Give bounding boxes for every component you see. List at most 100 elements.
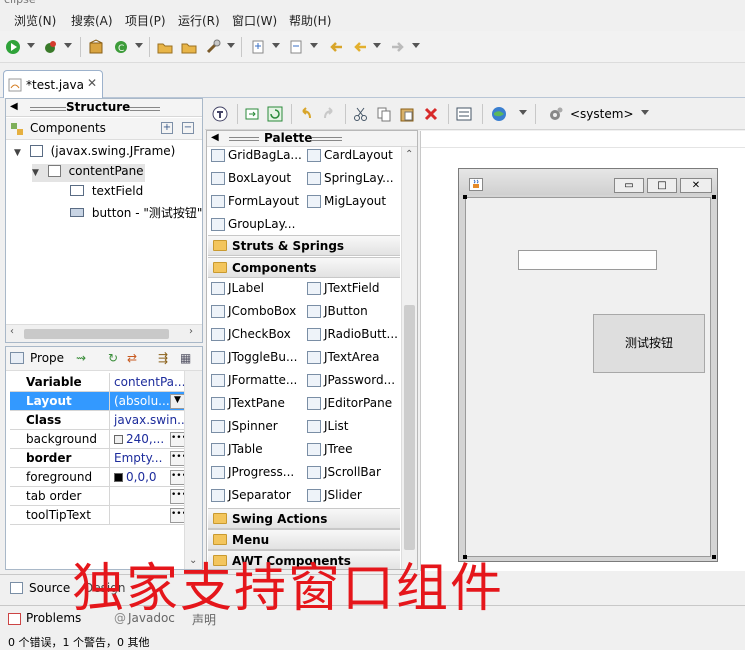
tools-icon[interactable] bbox=[205, 39, 221, 55]
back-icon[interactable] bbox=[352, 39, 368, 55]
tree-item-content-pane[interactable]: ▼ contentPane bbox=[32, 164, 145, 182]
selection-handle[interactable] bbox=[463, 195, 467, 199]
redo-icon[interactable] bbox=[321, 106, 337, 122]
palette-panel: ◀ Palette GridBagLa... CardLayout BoxLayou… bbox=[206, 130, 418, 570]
selection-handle[interactable] bbox=[712, 195, 716, 199]
expand-all-icon[interactable]: + bbox=[161, 122, 173, 134]
minimize-icon[interactable]: ▭ bbox=[614, 178, 644, 193]
selection-handle[interactable] bbox=[712, 555, 716, 559]
palette-category-struts[interactable]: Struts & Springs bbox=[208, 235, 400, 256]
tab-order-icon[interactable] bbox=[456, 106, 472, 122]
collapse-left-icon[interactable]: ◀ bbox=[10, 101, 18, 112]
tree-item-text-field[interactable]: textField bbox=[70, 184, 143, 202]
scroll-up-icon[interactable]: ⌃ bbox=[405, 149, 413, 160]
property-row[interactable]: Variable contentPa... bbox=[10, 373, 186, 392]
scroll-thumb[interactable] bbox=[24, 329, 169, 339]
annotation-prev-icon[interactable] bbox=[288, 39, 304, 55]
property-value[interactable]: contentPa... bbox=[111, 373, 186, 392]
tab-test-java[interactable]: *test.java ✕ bbox=[3, 70, 103, 98]
source-icon bbox=[10, 582, 23, 594]
property-row[interactable]: tab order ••• bbox=[10, 487, 187, 506]
forward-dropdown-icon[interactable] bbox=[412, 43, 420, 48]
tab-source[interactable]: Source bbox=[29, 581, 70, 595]
chevron-down-icon[interactable]: ▼ bbox=[14, 148, 21, 158]
run-dropdown-icon[interactable] bbox=[27, 43, 35, 48]
convert-local-icon[interactable]: ⇄ bbox=[127, 351, 137, 365]
scroll-thumb[interactable] bbox=[404, 305, 415, 550]
copy-icon[interactable] bbox=[376, 106, 392, 122]
tree-item-button[interactable]: button - "测试按钮" bbox=[70, 204, 202, 222]
system-label[interactable]: <system> bbox=[570, 107, 634, 121]
scroll-right-icon[interactable]: › bbox=[189, 326, 193, 337]
property-row[interactable]: foreground 0,0,0 ••• bbox=[10, 468, 187, 487]
collapse-all-icon[interactable]: − bbox=[182, 122, 194, 134]
forward-icon[interactable] bbox=[390, 39, 406, 55]
annotation-next-dropdown-icon[interactable] bbox=[272, 43, 280, 48]
open-folder-icon[interactable] bbox=[181, 39, 197, 55]
annotation-next-icon[interactable] bbox=[250, 39, 266, 55]
property-value[interactable]: javax.swin... bbox=[111, 411, 186, 430]
jframe-preview[interactable]: ▭ □ ✕ 测试按钮 bbox=[458, 168, 718, 562]
goto-definition-icon[interactable]: ↻ bbox=[108, 351, 118, 365]
show-events-icon[interactable]: ⇝ bbox=[76, 351, 86, 365]
palette-item-label: GroupLay... bbox=[228, 217, 296, 231]
ellipsis-button[interactable]: ••• bbox=[170, 432, 187, 447]
menu-navigate[interactable]: 浏览(N) bbox=[14, 12, 56, 29]
menu-window[interactable]: 窗口(W) bbox=[232, 12, 277, 29]
cut-icon[interactable] bbox=[353, 106, 369, 122]
debug-dropdown-icon[interactable] bbox=[64, 43, 72, 48]
palette-item-label: JPassword... bbox=[324, 373, 396, 387]
look-and-feel-dropdown-icon[interactable] bbox=[519, 110, 527, 115]
system-settings-icon[interactable] bbox=[548, 106, 564, 122]
annotation-prev-dropdown-icon[interactable] bbox=[310, 43, 318, 48]
menu-run[interactable]: 运行(R) bbox=[178, 12, 220, 29]
property-row[interactable]: Class javax.swin... bbox=[10, 411, 186, 430]
restore-default-icon[interactable]: ▦ bbox=[180, 351, 191, 365]
collapse-left-icon[interactable]: ◀ bbox=[211, 132, 219, 143]
palette-category-swing_actions[interactable]: Swing Actions bbox=[208, 508, 400, 529]
export-icon[interactable] bbox=[244, 106, 260, 122]
ellipsis-button[interactable]: ••• bbox=[170, 451, 187, 466]
structure-hscrollbar[interactable]: ‹ › bbox=[6, 324, 202, 342]
chevron-down-icon[interactable]: ▼ bbox=[32, 168, 39, 178]
property-row[interactable]: toolTipText ••• bbox=[10, 506, 187, 525]
new-class-icon[interactable]: C bbox=[113, 39, 129, 55]
look-and-feel-icon[interactable] bbox=[491, 106, 507, 122]
new-package-icon[interactable] bbox=[88, 39, 104, 55]
maximize-icon[interactable]: □ bbox=[647, 178, 677, 193]
undo-icon[interactable] bbox=[298, 106, 314, 122]
menu-help[interactable]: 帮助(H) bbox=[289, 12, 331, 29]
palette-vscrollbar[interactable]: ⌃ bbox=[401, 147, 417, 569]
scroll-left-icon[interactable]: ‹ bbox=[10, 326, 14, 337]
menu-project[interactable]: 项目(P) bbox=[125, 12, 166, 29]
back-dropdown-icon[interactable] bbox=[373, 43, 381, 48]
system-dropdown-icon[interactable] bbox=[641, 110, 649, 115]
close-icon[interactable]: ✕ bbox=[87, 76, 97, 90]
palette-category-components[interactable]: Components bbox=[208, 257, 400, 278]
text-field-preview[interactable] bbox=[518, 250, 657, 270]
new-class-dropdown-icon[interactable] bbox=[135, 43, 143, 48]
test-button-preview[interactable]: 测试按钮 bbox=[593, 314, 705, 373]
ellipsis-button[interactable]: ••• bbox=[170, 470, 187, 485]
run-icon[interactable] bbox=[5, 39, 21, 55]
ellipsis-button[interactable]: ••• bbox=[170, 508, 187, 523]
delete-icon[interactable] bbox=[423, 106, 439, 122]
property-row[interactable]: Layout (absolu... ▼ bbox=[10, 392, 186, 411]
property-row[interactable]: border Empty... ••• bbox=[10, 449, 187, 468]
open-type-icon[interactable] bbox=[157, 39, 173, 55]
test-gui-icon[interactable] bbox=[211, 105, 229, 123]
paste-icon[interactable] bbox=[399, 106, 415, 122]
property-row[interactable]: background 240,... ••• bbox=[10, 430, 187, 449]
last-edit-icon[interactable] bbox=[328, 39, 344, 55]
properties-panel: Prope ⇝ ↻ ⇄ ⇶ ▦ Variable contentPa... Layo… bbox=[5, 346, 203, 570]
tools-dropdown-icon[interactable] bbox=[227, 43, 235, 48]
refresh-icon[interactable] bbox=[267, 106, 283, 122]
tree-item-frame[interactable]: ▼ (javax.swing.JFrame) bbox=[14, 144, 175, 162]
layout-dropdown-icon[interactable]: ▼ bbox=[170, 394, 185, 409]
properties-vscrollbar[interactable]: ⌄ bbox=[184, 371, 202, 569]
show-advanced-icon[interactable]: ⇶ bbox=[158, 351, 168, 365]
close-icon[interactable]: ✕ bbox=[680, 178, 712, 193]
menu-search[interactable]: 搜索(A) bbox=[71, 12, 113, 29]
ellipsis-button[interactable]: ••• bbox=[170, 489, 187, 504]
debug-icon[interactable] bbox=[42, 39, 58, 55]
